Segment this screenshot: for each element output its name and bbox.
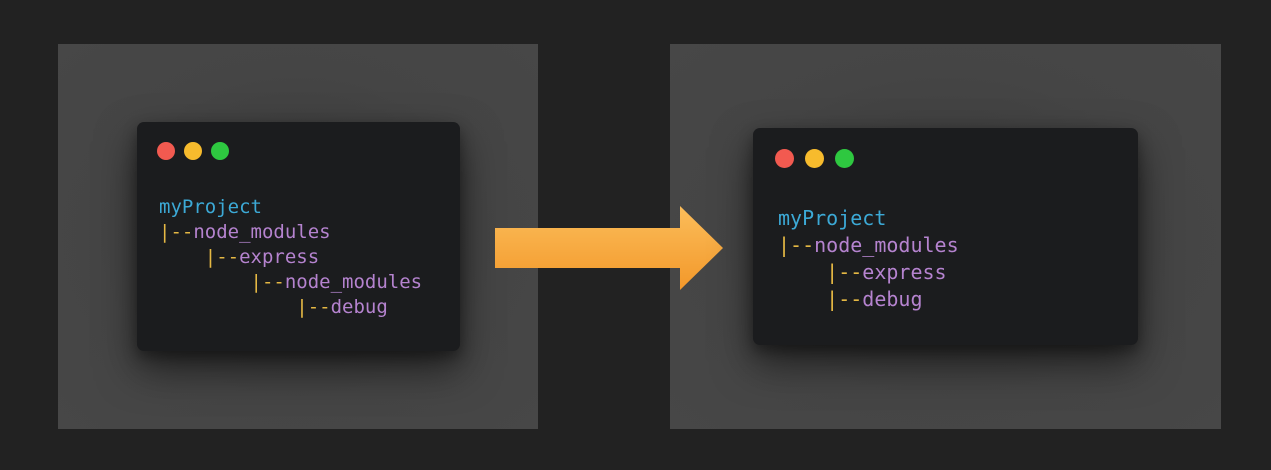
tree-item-label: express <box>239 246 320 268</box>
window-controls <box>157 142 229 160</box>
tree-item: |--debug <box>778 286 959 313</box>
before-folder-tree: myProject |--node_modules |--express |--n… <box>159 195 422 320</box>
tree-branch: |-- <box>826 260 863 284</box>
tree-item-label: node_modules <box>814 233 959 257</box>
right-arrow-icon <box>495 206 723 290</box>
tree-branch: |-- <box>159 221 194 243</box>
tree-item: |--node_modules <box>778 232 959 259</box>
before-terminal-window: myProject |--node_modules |--express |--n… <box>137 122 460 351</box>
maximize-dot-icon[interactable] <box>835 149 854 168</box>
tree-item-label: express <box>862 260 947 284</box>
minimize-dot-icon[interactable] <box>184 142 202 160</box>
close-dot-icon[interactable] <box>157 142 175 160</box>
after-terminal-window: myProject |--node_modules |--express |--d… <box>753 128 1138 345</box>
tree-item-label: debug <box>330 296 388 318</box>
tree-item: |--node_modules <box>159 270 423 295</box>
tree-branch: |-- <box>204 246 240 268</box>
tree-item: |--express <box>159 245 422 270</box>
minimize-dot-icon[interactable] <box>805 149 824 168</box>
tree-branch: |-- <box>778 233 815 257</box>
tree-item-label: node_modules <box>284 271 423 293</box>
maximize-dot-icon[interactable] <box>211 142 229 160</box>
tree-item-label: debug <box>862 287 923 311</box>
tree-item-label: myProject <box>778 206 887 230</box>
after-folder-tree: myProject |--node_modules |--express |--d… <box>778 205 959 313</box>
tree-item-label: node_modules <box>193 221 331 243</box>
tree-item: |--debug <box>159 295 422 320</box>
tree-item: |--express <box>778 259 959 286</box>
tree-root: myProject <box>778 205 959 232</box>
tree-branch: |-- <box>250 271 285 293</box>
tree-branch: |-- <box>296 296 331 318</box>
window-controls <box>775 149 854 168</box>
tree-branch: |-- <box>826 287 863 311</box>
tree-item: |--node_modules <box>159 220 422 245</box>
tree-item-label: myProject <box>159 196 262 218</box>
tree-root: myProject <box>159 195 422 220</box>
close-dot-icon[interactable] <box>775 149 794 168</box>
